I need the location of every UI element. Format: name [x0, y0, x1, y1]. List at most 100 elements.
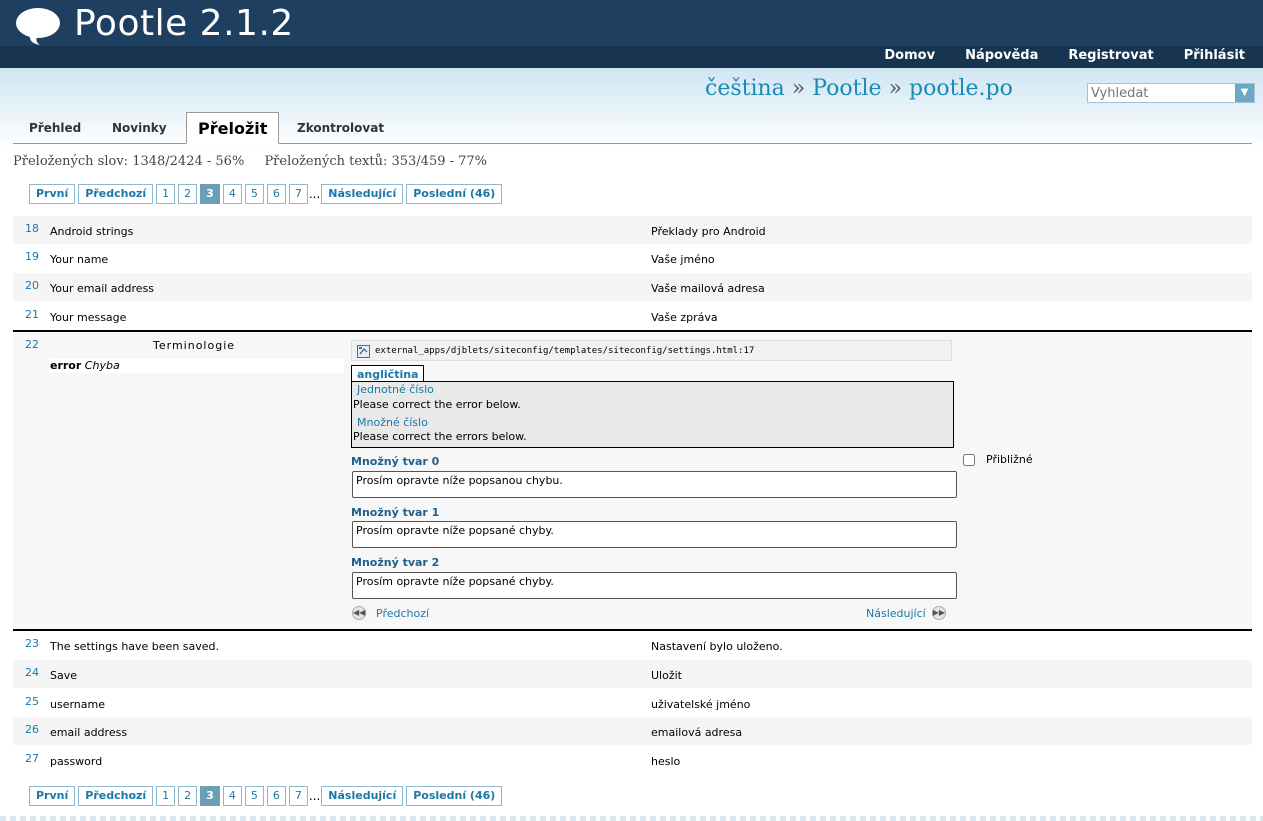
- unit-row[interactable]: 25 username uživatelské jméno: [13, 689, 1252, 717]
- unit-row[interactable]: 23 The settings have been saved. Nastave…: [13, 631, 1252, 659]
- plural-source-text: Please correct the errors below.: [353, 430, 527, 443]
- fuzzy-label: Přibližné: [986, 453, 1033, 466]
- tab-news[interactable]: Novinky: [112, 121, 167, 135]
- unit-source: Your name: [50, 253, 109, 266]
- pager-first[interactable]: První: [29, 184, 76, 204]
- speech-bubble-icon[interactable]: [14, 6, 64, 46]
- breadcrumb-project[interactable]: Pootle: [812, 76, 881, 101]
- nav-help-link[interactable]: Nápověda: [965, 48, 1038, 63]
- word-stats: Přeložených slov: 1348/2424 - 56%: [13, 154, 245, 169]
- unit-row[interactable]: 21 Your message Vaše zpráva: [13, 302, 1252, 330]
- pager-page[interactable]: 4: [222, 184, 242, 204]
- unit-index[interactable]: 25: [25, 695, 39, 708]
- pager-page[interactable]: 1: [156, 786, 176, 806]
- breadcrumb-file[interactable]: pootle.po: [909, 76, 1013, 101]
- search-input[interactable]: [1088, 84, 1236, 102]
- editor-next-button[interactable]: Následující ▶▶: [866, 606, 946, 620]
- plural-form-2-textarea[interactable]: Prosím opravte níže popsané chyby.: [352, 572, 957, 599]
- source-language-tab[interactable]: angličtina: [351, 365, 425, 382]
- context-location: external_apps/djblets/siteconfig/templat…: [351, 340, 952, 361]
- arrow-down-icon[interactable]: ▼: [1235, 84, 1254, 102]
- pager-current-page: 3: [200, 184, 220, 204]
- unit-index[interactable]: 27: [25, 752, 39, 765]
- unit-index[interactable]: 20: [25, 279, 39, 292]
- unit-row[interactable]: 27 password heslo: [13, 746, 1252, 774]
- pager-page[interactable]: 6: [266, 184, 286, 204]
- unit-row[interactable]: 18 Android strings Překlady pro Android: [13, 216, 1252, 244]
- pager-page[interactable]: 4: [222, 786, 242, 806]
- plural-form-1-textarea[interactable]: Prosím opravte níže popsané chyby.: [352, 521, 957, 548]
- translation-editor: 22 Terminologie error Chyba external_app…: [13, 330, 1252, 631]
- unit-target: emailová adresa: [651, 726, 743, 739]
- pager-page[interactable]: 7: [288, 786, 308, 806]
- pager-page[interactable]: 5: [244, 184, 264, 204]
- unit-target: Vaše zpráva: [651, 311, 718, 324]
- unit-index[interactable]: 24: [25, 666, 39, 679]
- pager-next[interactable]: Následující: [321, 184, 404, 204]
- nav-register-link[interactable]: Registrovat: [1068, 48, 1153, 63]
- pager-page[interactable]: 1: [156, 184, 176, 204]
- pager-page[interactable]: 7: [288, 184, 308, 204]
- unit-target: uživatelské jméno: [651, 698, 751, 711]
- unit-source: Your email address: [50, 282, 155, 295]
- unit-row[interactable]: 19 Your name Vaše jméno: [13, 244, 1252, 272]
- unit-index[interactable]: 23: [25, 637, 39, 650]
- rewind-icon: ◀◀: [352, 606, 366, 620]
- unit-row[interactable]: 24 Save Uložit: [13, 660, 1252, 688]
- unit-source: Save: [50, 669, 78, 682]
- pager-bottom: První Předchozí 1 2 3 4 5 6 7 ... Násled…: [29, 786, 503, 806]
- unit-index[interactable]: 18: [25, 222, 39, 235]
- unit-target: Uložit: [651, 669, 682, 682]
- pager-page[interactable]: 6: [266, 786, 286, 806]
- unit-target: Vaše mailová adresa: [651, 282, 765, 295]
- pager-last[interactable]: Poslední (46): [406, 786, 503, 806]
- fuzzy-checkbox[interactable]: [963, 453, 975, 466]
- pager-prev[interactable]: Předchozí: [78, 786, 154, 806]
- nav-home-link[interactable]: Domov: [884, 48, 935, 63]
- singular-label: Jednotné číslo: [357, 383, 434, 396]
- unit-target: Překlady pro Android: [651, 225, 766, 238]
- search-box: ▼: [1087, 83, 1255, 103]
- pager-last[interactable]: Poslední (46): [406, 184, 503, 204]
- tab-review[interactable]: Zkontrolovat: [297, 121, 384, 135]
- tab-overview[interactable]: Přehled: [29, 121, 81, 135]
- pager-prev[interactable]: Předchozí: [78, 184, 154, 204]
- unit-row[interactable]: 26 email address emailová adresa: [13, 717, 1252, 745]
- pager-ellipsis: ...: [308, 789, 321, 803]
- file-icon: [357, 345, 370, 358]
- plural-form-0-textarea[interactable]: Prosím opravte níže popsanou chybu.: [352, 471, 957, 498]
- pager-next[interactable]: Následující: [321, 786, 404, 806]
- pager-ellipsis: ...: [308, 187, 321, 201]
- unit-index[interactable]: 26: [25, 723, 39, 736]
- pager-page[interactable]: 5: [244, 786, 264, 806]
- unit-index[interactable]: 22: [25, 338, 39, 351]
- tab-translate[interactable]: Přeložit: [186, 112, 280, 144]
- tab-bar: Přehled Novinky Přeložit Zkontrolovat: [13, 112, 1252, 144]
- unit-target: heslo: [651, 755, 681, 768]
- unit-target: Vaše jméno: [651, 253, 715, 266]
- editor-prev-button[interactable]: ◀◀ Předchozí: [352, 606, 429, 620]
- unit-source: Your message: [50, 311, 127, 324]
- context-path: external_apps/djblets/siteconfig/templat…: [375, 346, 755, 356]
- plural-label: Množné číslo: [357, 416, 428, 429]
- terminology-heading: Terminologie: [153, 339, 236, 352]
- pager-page[interactable]: 2: [178, 786, 198, 806]
- terminology-entry[interactable]: error Chyba: [49, 359, 344, 373]
- unit-index[interactable]: 21: [25, 308, 39, 321]
- unit-index[interactable]: 19: [25, 250, 39, 263]
- unit-row[interactable]: 20 Your email address Vaše mailová adres…: [13, 273, 1252, 301]
- breadcrumb-separator: »: [888, 76, 903, 101]
- pager-first[interactable]: První: [29, 786, 76, 806]
- editor-next-label: Následující: [866, 606, 926, 620]
- footer-strip: [0, 816, 1263, 821]
- term-source: error: [50, 359, 82, 372]
- fuzzy-option[interactable]: Přibližné: [963, 453, 1033, 466]
- term-target[interactable]: Chyba: [85, 359, 120, 372]
- nav-login-link[interactable]: Přihlásit: [1184, 48, 1245, 63]
- breadcrumb-separator: »: [791, 76, 806, 101]
- breadcrumb-language[interactable]: čeština: [705, 76, 785, 101]
- pager-page[interactable]: 2: [178, 184, 198, 204]
- unit-source: email address: [50, 726, 128, 739]
- plural-form-2-label: Množný tvar 2: [351, 556, 440, 569]
- app-title[interactable]: Pootle 2.1.2: [74, 3, 294, 44]
